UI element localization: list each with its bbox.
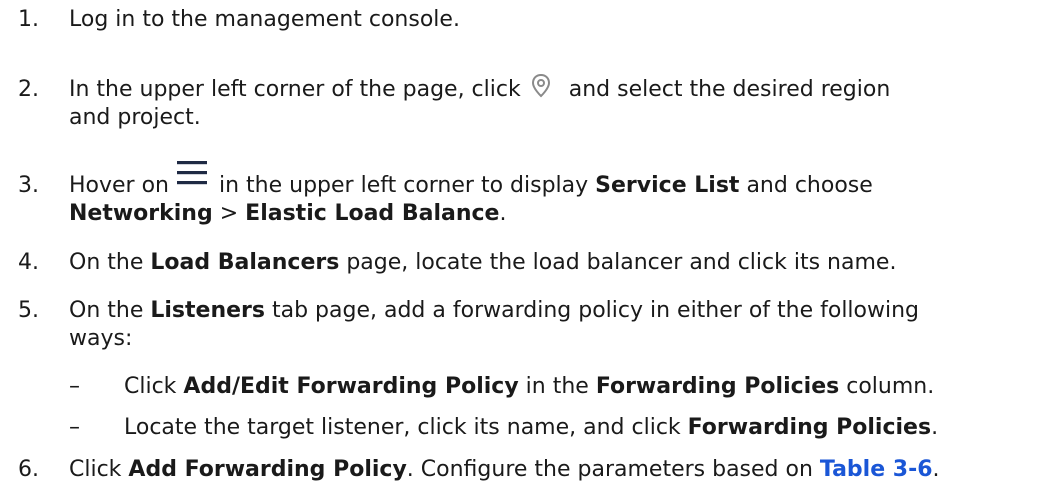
step-text-part: tab page, add a forwarding policy in eit… [271,298,920,323]
breadcrumb-separator: > [219,201,239,226]
load-balancers-label: Load Balancers [150,250,340,275]
step-text-part: column. [846,374,935,399]
step-text-part: in the upper left corner to display [219,173,589,198]
step-text: On the Listeners tab page, add a forward… [69,297,1042,325]
service-list-label: Service List [595,173,740,198]
step-number: 5. [18,298,39,323]
bullet-dash: – [69,374,80,399]
table-reference-link[interactable]: Table 3-6 [820,457,933,482]
add-edit-policy-label: Add/Edit Forwarding Policy [183,374,519,399]
step-text-part: . Configure the parameters based on [406,457,813,482]
step-text-part: On the [69,298,144,323]
step-text: and project. [69,105,201,130]
step-text-part: Hover on [69,173,169,198]
step-number: 2. [18,77,39,102]
networking-label: Networking [69,201,213,226]
step-text-part: and select the desired region [568,77,891,102]
step-text: Click Add Forwarding Policy. Configure t… [69,456,1042,484]
menu-hamburger-icon [177,161,207,185]
location-pin-icon [531,73,550,98]
forwarding-policies-label: Forwarding Policies [595,374,840,399]
step-text: On the Load Balancers page, locate the l… [69,249,1042,277]
elb-label: Elastic Load Balance [245,201,500,226]
step-text: Networking > Elastic Load Balance. [69,200,1042,228]
step-text: Hover on in the upper left corner to disp… [69,161,1042,200]
step-text-part: In the upper left corner of the page, cl… [69,77,521,102]
step-text-part: and choose [746,173,873,198]
step-text-part: page, locate the load balancer and click… [346,250,897,275]
step-text-part: Click [69,457,122,482]
step-text-part: Click [124,374,177,399]
substep-text: Click Add/Edit Forwarding Policy in the … [124,373,934,401]
substep-text: Locate the target listener, click its na… [124,414,938,442]
step-text: In the upper left corner of the page, cl… [69,73,1042,104]
step-text-part: Locate the target listener, click its na… [124,415,681,440]
step-text-part: . [499,201,507,226]
bullet-dash: – [69,415,80,440]
step-number: 3. [18,173,39,198]
step-text-part: in the [525,374,589,399]
step-number: 6. [18,457,39,482]
listeners-label: Listeners [150,298,265,323]
step-text-part: . [931,415,939,440]
step-text-part: . [932,457,940,482]
step-text: Log in to the management console. [69,7,460,32]
step-number: 4. [18,250,39,275]
forwarding-policies-label: Forwarding Policies [687,415,932,440]
add-forwarding-policy-label: Add Forwarding Policy [128,457,407,482]
step-text-part: On the [69,250,144,275]
step-text: ways: [69,326,133,351]
step-number: 1. [18,7,39,32]
